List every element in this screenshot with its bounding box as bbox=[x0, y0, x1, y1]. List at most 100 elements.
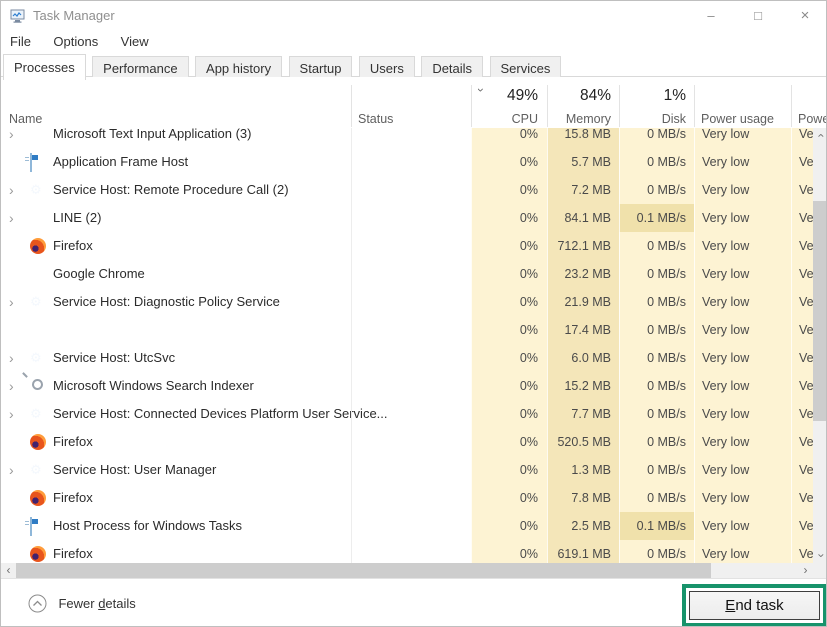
header-separator bbox=[694, 85, 695, 127]
expand-chevron-icon[interactable]: › bbox=[9, 176, 23, 204]
process-icon bbox=[30, 490, 46, 506]
tab-performance[interactable]: Performance bbox=[92, 56, 188, 79]
process-row[interactable]: › LINE (2) 0% 84.1 MB 0.1 MB/s Very low … bbox=[1, 204, 813, 232]
process-row[interactable]: Firefox 0% 520.5 MB 0 MB/s Very low Ve bbox=[1, 428, 813, 456]
fewer-details-label: Fewer details bbox=[58, 596, 135, 611]
process-row[interactable]: › Service Host: Remote Procedure Call (2… bbox=[1, 176, 813, 204]
power-trend-cell: Ve bbox=[791, 288, 813, 316]
memory-cell: 7.8 MB bbox=[547, 484, 619, 512]
process-row[interactable]: › Service Host: User Manager 0% 1.3 MB 0… bbox=[1, 456, 813, 484]
process-icon bbox=[30, 434, 46, 450]
power-usage-cell: Very low bbox=[694, 128, 791, 148]
expand-chevron-icon[interactable]: › bbox=[9, 372, 23, 400]
expand-chevron-icon[interactable]: › bbox=[9, 128, 23, 148]
header-separator bbox=[791, 85, 792, 127]
cpu-cell: 0% bbox=[471, 512, 547, 540]
column-header-memory[interactable]: Memory bbox=[547, 112, 611, 126]
power-usage-cell: Very low bbox=[694, 372, 791, 400]
status-bar: Fewer details End task bbox=[1, 578, 826, 627]
end-task-highlight-box: End task bbox=[682, 584, 827, 627]
disk-total-percent: 1% bbox=[619, 87, 686, 105]
expand-chevron-icon[interactable]: › bbox=[9, 204, 23, 232]
column-header-status[interactable]: Status bbox=[358, 112, 393, 126]
process-row[interactable]: › Service Host: Connected Devices Platfo… bbox=[1, 400, 813, 428]
process-name: Firefox bbox=[53, 484, 93, 512]
cpu-total-percent: 49% bbox=[471, 87, 538, 105]
power-usage-cell: Very low bbox=[694, 456, 791, 484]
tab-processes[interactable]: Processes bbox=[3, 54, 86, 80]
process-row[interactable]: › Service Host: UtcSvc 0% 6.0 MB 0 MB/s … bbox=[1, 344, 813, 372]
cpu-cell: 0% bbox=[471, 484, 547, 512]
status-cell bbox=[351, 512, 471, 540]
task-manager-icon bbox=[10, 8, 26, 24]
disk-cell: 0 MB/s bbox=[619, 484, 694, 512]
process-row[interactable]: › Microsoft Windows Search Indexer 0% 15… bbox=[1, 372, 813, 400]
expand-chevron-icon[interactable]: › bbox=[9, 400, 23, 428]
process-name: Service Host: Diagnostic Policy Service bbox=[53, 288, 280, 316]
expand-chevron-icon[interactable]: › bbox=[9, 288, 23, 316]
scroll-right-icon[interactable]: › bbox=[798, 563, 813, 578]
disk-cell: 0 MB/s bbox=[619, 456, 694, 484]
power-usage-cell: Very low bbox=[694, 428, 791, 456]
tab-services[interactable]: Services bbox=[490, 56, 562, 79]
process-row[interactable]: › Service Host: Diagnostic Policy Servic… bbox=[1, 288, 813, 316]
scrollbar-corner bbox=[813, 563, 827, 578]
memory-cell: 15.8 MB bbox=[547, 128, 619, 148]
process-row[interactable]: Firefox 0% 7.8 MB 0 MB/s Very low Ve bbox=[1, 484, 813, 512]
tab-app-history[interactable]: App history bbox=[195, 56, 282, 79]
column-header-name[interactable]: Name bbox=[9, 112, 42, 126]
horizontal-scrollbar[interactable]: ‹ › bbox=[1, 563, 813, 578]
process-row[interactable]: Firefox 0% 619.1 MB 0 MB/s Very low Ve bbox=[1, 540, 813, 563]
process-name: Firefox bbox=[53, 428, 93, 456]
maximize-icon[interactable]: □ bbox=[741, 1, 775, 31]
expand-chevron-icon[interactable]: › bbox=[9, 456, 23, 484]
process-icon bbox=[30, 153, 32, 172]
minimize-icon[interactable]: – bbox=[694, 1, 728, 31]
status-cell bbox=[351, 260, 471, 288]
power-trend-cell: Ve bbox=[791, 128, 813, 148]
process-row[interactable]: Host Process for Windows Tasks 0% 2.5 MB… bbox=[1, 512, 813, 540]
status-cell bbox=[351, 288, 471, 316]
disk-cell: 0 MB/s bbox=[619, 344, 694, 372]
column-header-disk[interactable]: Disk bbox=[619, 112, 686, 126]
status-cell bbox=[351, 372, 471, 400]
scroll-left-icon[interactable]: ‹ bbox=[1, 563, 16, 578]
menu-view[interactable]: View bbox=[112, 31, 158, 49]
vertical-scrollbar[interactable]: ‹ › bbox=[813, 128, 827, 563]
scroll-up-icon[interactable]: ‹ bbox=[813, 128, 827, 143]
disk-cell: 0.1 MB/s bbox=[619, 512, 694, 540]
column-header-power-trend[interactable]: Powe bbox=[798, 112, 827, 126]
column-header-cpu[interactable]: CPU bbox=[471, 112, 538, 126]
tab-startup[interactable]: Startup bbox=[289, 56, 353, 79]
expand-chevron-icon[interactable]: › bbox=[9, 344, 23, 372]
memory-cell: 7.7 MB bbox=[547, 400, 619, 428]
cpu-cell: 0% bbox=[471, 260, 547, 288]
vertical-scrollbar-thumb[interactable] bbox=[813, 201, 827, 421]
power-usage-cell: Very low bbox=[694, 344, 791, 372]
process-row[interactable]: Google Chrome 0% 23.2 MB 0 MB/s Very low… bbox=[1, 260, 813, 288]
tab-users[interactable]: Users bbox=[359, 56, 415, 79]
end-task-button[interactable]: End task bbox=[689, 591, 820, 620]
memory-cell: 5.7 MB bbox=[547, 148, 619, 176]
power-usage-cell: Very low bbox=[694, 512, 791, 540]
memory-cell: 84.1 MB bbox=[547, 204, 619, 232]
power-trend-cell: Ve bbox=[791, 372, 813, 400]
close-icon[interactable]: × bbox=[788, 1, 822, 31]
process-row[interactable]: › Microsoft Text Input Application (3) 0… bbox=[1, 128, 813, 148]
column-header-power-usage[interactable]: Power usage bbox=[701, 112, 774, 126]
memory-cell: 7.2 MB bbox=[547, 176, 619, 204]
power-trend-cell: Ve bbox=[791, 316, 813, 344]
fewer-details-button[interactable]: Fewer details bbox=[28, 594, 136, 614]
process-name: Service Host: UtcSvc bbox=[53, 344, 175, 372]
status-cell bbox=[351, 400, 471, 428]
menu-options[interactable]: Options bbox=[44, 31, 107, 49]
menu-file[interactable]: File bbox=[1, 31, 40, 49]
process-row[interactable]: Application Frame Host 0% 5.7 MB 0 MB/s … bbox=[1, 148, 813, 176]
scroll-down-icon[interactable]: › bbox=[813, 548, 827, 563]
process-row[interactable]: Firefox 0% 712.1 MB 0 MB/s Very low Ve bbox=[1, 232, 813, 260]
process-row[interactable]: 0% 17.4 MB 0 MB/s Very low Ve bbox=[1, 316, 813, 344]
cpu-cell: 0% bbox=[471, 128, 547, 148]
process-list: › Microsoft Text Input Application (3) 0… bbox=[1, 128, 813, 563]
tab-details[interactable]: Details bbox=[421, 56, 483, 79]
horizontal-scrollbar-thumb[interactable] bbox=[16, 563, 711, 578]
